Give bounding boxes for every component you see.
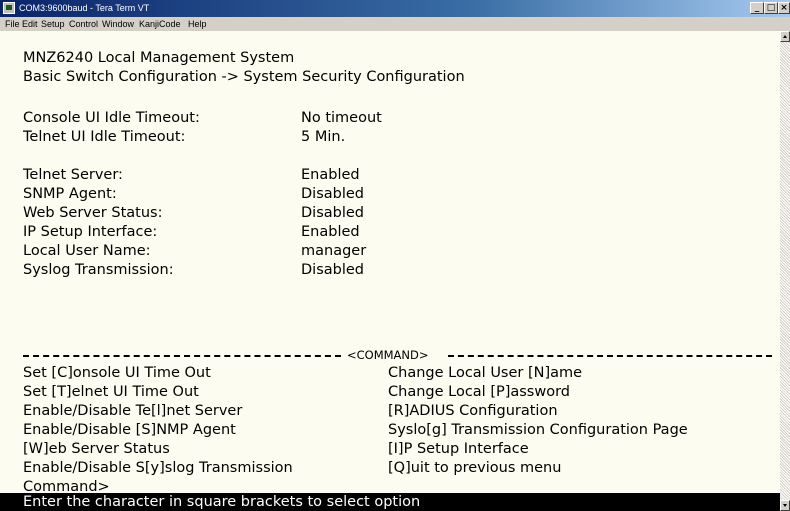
cmd-toggle-snmp[interactable]: Enable/Disable [S]NMP Agent — [23, 421, 236, 439]
snmp-agent-value: Disabled — [301, 186, 364, 202]
cmd-toggle-telnet[interactable]: Enable/Disable Te[l]net Server — [23, 402, 242, 420]
breadcrumb: Basic Switch Configuration -> System Sec… — [23, 69, 465, 85]
command-divider: <COMMAND> — [23, 346, 772, 364]
menu-kanjicode[interactable]: KanjiCode — [139, 17, 181, 31]
telnet-timeout-label: Telnet UI Idle Timeout: — [23, 129, 186, 145]
terminal-screen[interactable]: MNZ6240 Local Management System Basic Sw… — [0, 31, 780, 498]
cmd-console-timeout[interactable]: Set [C]onsole UI Time Out — [23, 364, 211, 382]
scroll-up-arrow-icon[interactable] — [780, 31, 790, 42]
cmd-telnet-timeout[interactable]: Set [T]elnet UI Time Out — [23, 383, 199, 401]
window-title: COM3:9600baud - Tera Term VT — [19, 3, 150, 13]
menu-help[interactable]: Help — [188, 17, 207, 31]
cmd-change-password[interactable]: Change Local [P]assword — [388, 383, 570, 401]
maximize-button[interactable]: □ — [764, 2, 778, 14]
close-button[interactable]: × — [778, 2, 790, 14]
web-server-value: Disabled — [301, 205, 364, 221]
cmd-radius-config[interactable]: [R]ADIUS Configuration — [388, 402, 558, 420]
menu-bar: File Edit Setup Control Window KanjiCode… — [0, 17, 790, 31]
title-bar[interactable]: COM3:9600baud - Tera Term VT _ □ × — [0, 0, 790, 17]
menu-window[interactable]: Window — [102, 17, 134, 31]
snmp-agent-label: SNMP Agent: — [23, 186, 117, 202]
vertical-scrollbar[interactable] — [780, 31, 790, 511]
cmd-syslog-config-page[interactable]: Syslo[g] Transmission Configuration Page — [388, 421, 688, 439]
system-title: MNZ6240 Local Management System — [23, 50, 295, 66]
tera-term-window: COM3:9600baud - Tera Term VT _ □ × File … — [0, 0, 790, 511]
cmd-ip-setup[interactable]: [I]P Setup Interface — [388, 440, 529, 458]
divider-right-dashes — [448, 355, 772, 357]
console-timeout-label: Console UI Idle Timeout: — [23, 110, 200, 126]
menu-setup[interactable]: Setup — [41, 17, 65, 31]
syslog-label: Syslog Transmission: — [23, 262, 174, 278]
menu-edit[interactable]: Edit — [22, 17, 38, 31]
menu-control[interactable]: Control — [69, 17, 98, 31]
cmd-quit[interactable]: [Q]uit to previous menu — [388, 459, 561, 477]
cmd-toggle-syslog[interactable]: Enable/Disable S[y]slog Transmission — [23, 459, 293, 477]
cmd-change-user-name[interactable]: Change Local User [N]ame — [388, 364, 582, 382]
minimize-button[interactable]: _ — [750, 2, 764, 14]
web-server-label: Web Server Status: — [23, 205, 163, 221]
telnet-server-value: Enabled — [301, 167, 360, 183]
menu-file[interactable]: File — [5, 17, 20, 31]
syslog-value: Disabled — [301, 262, 364, 278]
status-line: Enter the character in square brackets t… — [0, 493, 780, 511]
tera-term-app-icon[interactable] — [3, 2, 15, 14]
console-timeout-value: No timeout — [301, 110, 382, 126]
scroll-down-arrow-icon[interactable] — [780, 500, 790, 511]
telnet-server-label: Telnet Server: — [23, 167, 123, 183]
cmd-web-server-status[interactable]: [W]eb Server Status — [23, 440, 170, 458]
telnet-timeout-value: 5 Min. — [301, 129, 346, 145]
divider-left-dashes — [23, 355, 341, 357]
local-user-value: manager — [301, 243, 367, 259]
command-header: <COMMAND> — [347, 348, 429, 362]
ip-setup-label: IP Setup Interface: — [23, 224, 158, 240]
ip-setup-value: Enabled — [301, 224, 360, 240]
local-user-label: Local User Name: — [23, 243, 151, 259]
